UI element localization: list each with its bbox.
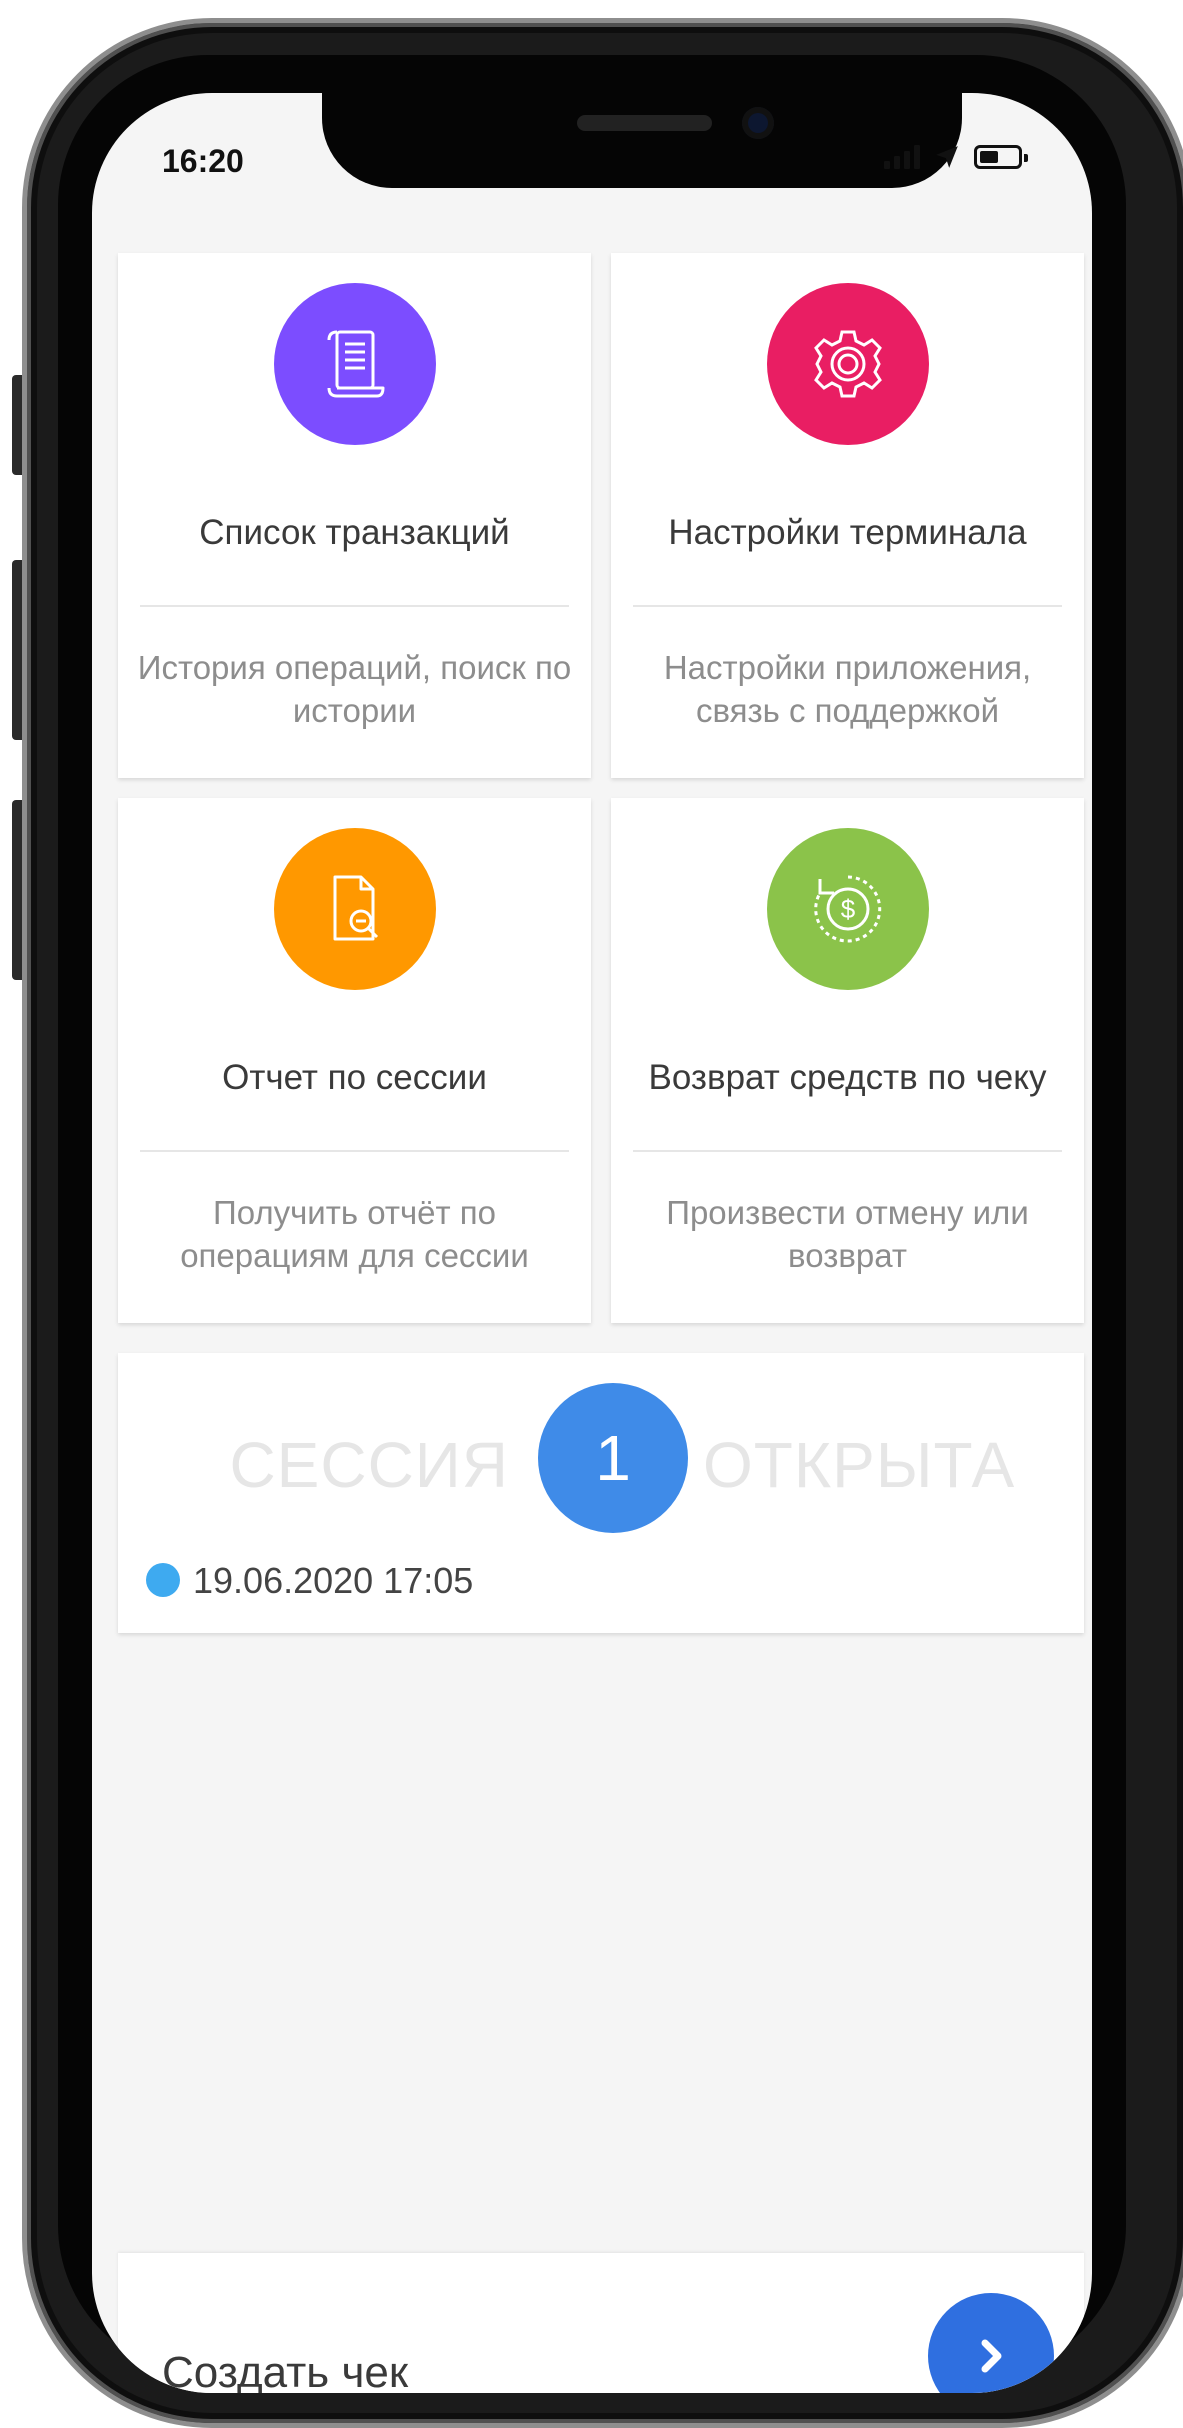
tile-title: Возврат средств по чеку xyxy=(648,1058,1047,1098)
tile-icon-circle xyxy=(273,828,436,990)
chevron-right-icon xyxy=(981,2339,1002,2373)
phone-screen: 16:20 Список транзакций История операций… xyxy=(92,93,1092,2393)
tile-divider xyxy=(633,605,1062,607)
volume-up-button xyxy=(12,560,22,740)
svg-text:$: $ xyxy=(840,894,855,924)
tile-icon-circle xyxy=(273,283,436,445)
session-status: ОТКРЫТА xyxy=(703,1429,1016,1501)
tile-divider xyxy=(633,1150,1062,1152)
scroll-icon xyxy=(327,330,384,398)
silent-switch xyxy=(12,375,22,475)
tile-description: Получить отчёт по операциям для сессии xyxy=(180,1194,529,1274)
speaker-grille xyxy=(577,115,712,131)
tile-title: Отчет по сессии xyxy=(222,1058,487,1098)
tile-divider xyxy=(140,605,569,607)
tile-icon-circle: $ xyxy=(766,828,929,990)
menu-grid: Список транзакций История операций, поис… xyxy=(118,253,1084,1323)
tile-refund[interactable]: $ Возврат средств по чеку Произвести отм… xyxy=(611,798,1084,1323)
report-icon xyxy=(333,875,378,941)
tile-icon-circle xyxy=(766,283,929,445)
session-label: СЕССИЯ xyxy=(229,1429,509,1501)
refund-dollar-icon: $ xyxy=(813,875,881,943)
status-time: 16:20 xyxy=(162,143,244,179)
battery-icon xyxy=(974,145,1028,169)
tile-title: Список транзакций xyxy=(199,513,510,553)
tile-description: Произвести отмену или возврат xyxy=(666,1194,1029,1274)
session-date: 19.06.2020 17:05 xyxy=(193,1560,474,1601)
session-status-dot xyxy=(146,1563,180,1597)
volume-down-button xyxy=(12,800,22,980)
gear-icon xyxy=(813,330,882,398)
tile-description: Настройки приложения, связь с поддержкой xyxy=(663,649,1032,729)
tile-title: Настройки терминала xyxy=(668,513,1027,553)
notch xyxy=(322,93,962,188)
tile-session-report[interactable]: Отчет по сессии Получить отчёт по операц… xyxy=(118,798,591,1323)
tile-terminal-settings[interactable]: Настройки терминала Настройки приложения… xyxy=(611,253,1084,778)
signal-icon xyxy=(884,145,920,169)
session-number-badge: 1 xyxy=(538,1383,688,1533)
tile-divider xyxy=(140,1150,569,1152)
status-icons xyxy=(884,137,1028,177)
location-arrow-icon xyxy=(936,146,958,168)
session-card[interactable]: СЕССИЯ 1 ОТКРЫТА 19.06.2020 17:05 xyxy=(118,1353,1084,1633)
create-receipt-bar[interactable]: Создать чек xyxy=(118,2253,1084,2393)
create-receipt-label: Создать чек xyxy=(162,2348,409,2393)
front-camera xyxy=(742,107,774,139)
tile-transactions[interactable]: Список транзакций История операций, поис… xyxy=(118,253,591,778)
create-receipt-button[interactable] xyxy=(928,2293,1054,2393)
tile-description: История операций, поиск по истории xyxy=(137,649,572,729)
